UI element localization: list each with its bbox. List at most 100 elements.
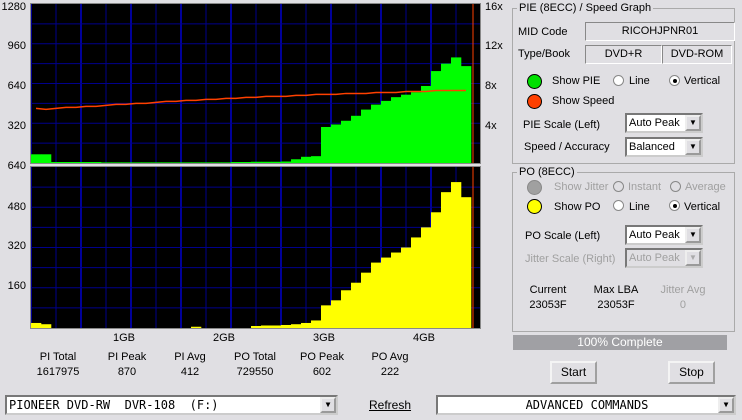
bar (391, 252, 402, 328)
bar (291, 324, 302, 328)
bar (51, 162, 62, 163)
bar (111, 162, 122, 163)
stat-pi-total: PI Total 1617975 (36, 351, 80, 378)
show-speed-label: Show Speed (552, 95, 615, 107)
bar (441, 192, 452, 328)
pie-scale-value: Auto Peak (629, 117, 680, 129)
show-pie-toggle[interactable] (527, 74, 542, 89)
bar (131, 162, 142, 163)
show-pie-label: Show PIE (552, 75, 601, 87)
bar (261, 161, 272, 163)
top-y-tick: 640 (7, 80, 26, 92)
pie-line-radio[interactable] (613, 75, 624, 86)
bar (421, 227, 432, 328)
refresh-button[interactable]: Refresh (369, 398, 411, 412)
drive-select[interactable]: PIONEER DVD-RW DVR-108 (F:) ▼ (5, 395, 338, 415)
jitter-average-label: Average (685, 181, 726, 193)
po-line-radio[interactable] (613, 200, 624, 211)
bar (381, 100, 392, 163)
mid-code-label: MID Code (518, 26, 568, 38)
po-vertical-label: Vertical (684, 201, 721, 213)
bar (41, 324, 52, 328)
jitter-average-radio[interactable] (670, 181, 681, 192)
bar (331, 300, 342, 328)
bar (31, 322, 42, 328)
bar (351, 115, 362, 163)
advanced-commands-select[interactable]: ADVANCED COMMANDS ▼ (436, 395, 736, 415)
bar (101, 162, 112, 163)
speed-accuracy-select[interactable]: Balanced ▼ (625, 137, 703, 157)
po-panel-title: PO (8ECC) (519, 166, 575, 178)
drive-value: PIONEER DVD-RW DVR-108 (F:) (9, 398, 219, 412)
bar (61, 162, 72, 163)
x-tick: 1GB (112, 332, 136, 344)
bar (281, 161, 292, 163)
bar (171, 162, 182, 163)
current-lba: Current 23053F (529, 284, 567, 311)
bar (31, 154, 42, 163)
bar (401, 94, 412, 163)
jitter-scale-select[interactable]: Auto Peak ▼ (625, 248, 703, 268)
pie-scale-select[interactable]: Auto Peak ▼ (625, 113, 703, 133)
bar (441, 63, 452, 163)
bar (381, 257, 392, 328)
disc-type-value: DVD+R (585, 45, 662, 64)
bar (371, 262, 382, 328)
bar (401, 247, 412, 328)
bar (151, 162, 162, 163)
bar (411, 237, 422, 328)
chevron-down-icon: ▼ (685, 139, 701, 155)
pie-vertical-radio[interactable] (669, 75, 680, 86)
stat-po-total: PO Total 729550 (234, 351, 276, 378)
jitter-instant-radio[interactable] (613, 181, 624, 192)
bar (251, 161, 262, 163)
top-y-tick: 960 (7, 40, 26, 52)
bar (311, 320, 322, 328)
bar (251, 325, 262, 328)
bar (451, 182, 462, 328)
advanced-commands-value: ADVANCED COMMANDS (525, 398, 649, 412)
show-po-toggle[interactable] (527, 199, 542, 214)
bar (191, 162, 202, 163)
top-y-tick: 320 (7, 120, 26, 132)
po-scale-select[interactable]: Auto Peak ▼ (625, 225, 703, 245)
speed-accuracy-label: Speed / Accuracy (524, 141, 610, 153)
bar (341, 120, 352, 163)
bar (231, 162, 242, 163)
bar (431, 212, 442, 328)
bar (331, 124, 342, 163)
po-vertical-radio[interactable] (669, 200, 680, 211)
bar (321, 305, 332, 328)
bar (161, 162, 172, 163)
bar (71, 162, 82, 163)
chevron-down-icon: ▼ (685, 227, 701, 243)
bar (361, 272, 372, 328)
chevron-down-icon: ▼ (718, 397, 734, 413)
show-jitter-toggle[interactable] (527, 180, 542, 195)
x-tick: 4GB (412, 332, 436, 344)
pie-panel-title: PIE (8ECC) / Speed Graph (519, 2, 652, 14)
chevron-down-icon: ▼ (685, 115, 701, 131)
bar (341, 290, 352, 328)
speed-tick: 12x (485, 40, 503, 52)
jitter-scale-value: Auto Peak (629, 252, 680, 264)
pie-vertical-label: Vertical (684, 75, 721, 87)
jitter-avg: Jitter Avg 0 (660, 284, 706, 311)
bar (451, 57, 462, 163)
speed-tick: 4x (485, 120, 497, 132)
bottom-y-tick: 160 (7, 280, 26, 292)
show-speed-toggle[interactable] (527, 94, 542, 109)
progress-bar: 100% Complete (513, 335, 727, 350)
mid-code-value: RICOHJPNR01 (585, 22, 735, 41)
stat-pi-avg: PI Avg 412 (174, 351, 206, 378)
bar (191, 326, 202, 328)
start-button[interactable]: Start (550, 361, 597, 384)
bar (361, 109, 372, 163)
stop-button[interactable]: Stop (668, 361, 715, 384)
bar (291, 159, 302, 163)
bottom-y-tick: 640 (7, 160, 26, 172)
bar (411, 92, 422, 163)
pie-scale-label: PIE Scale (Left) (523, 119, 601, 131)
bar (91, 162, 102, 163)
bottom-y-tick: 480 (7, 201, 26, 213)
